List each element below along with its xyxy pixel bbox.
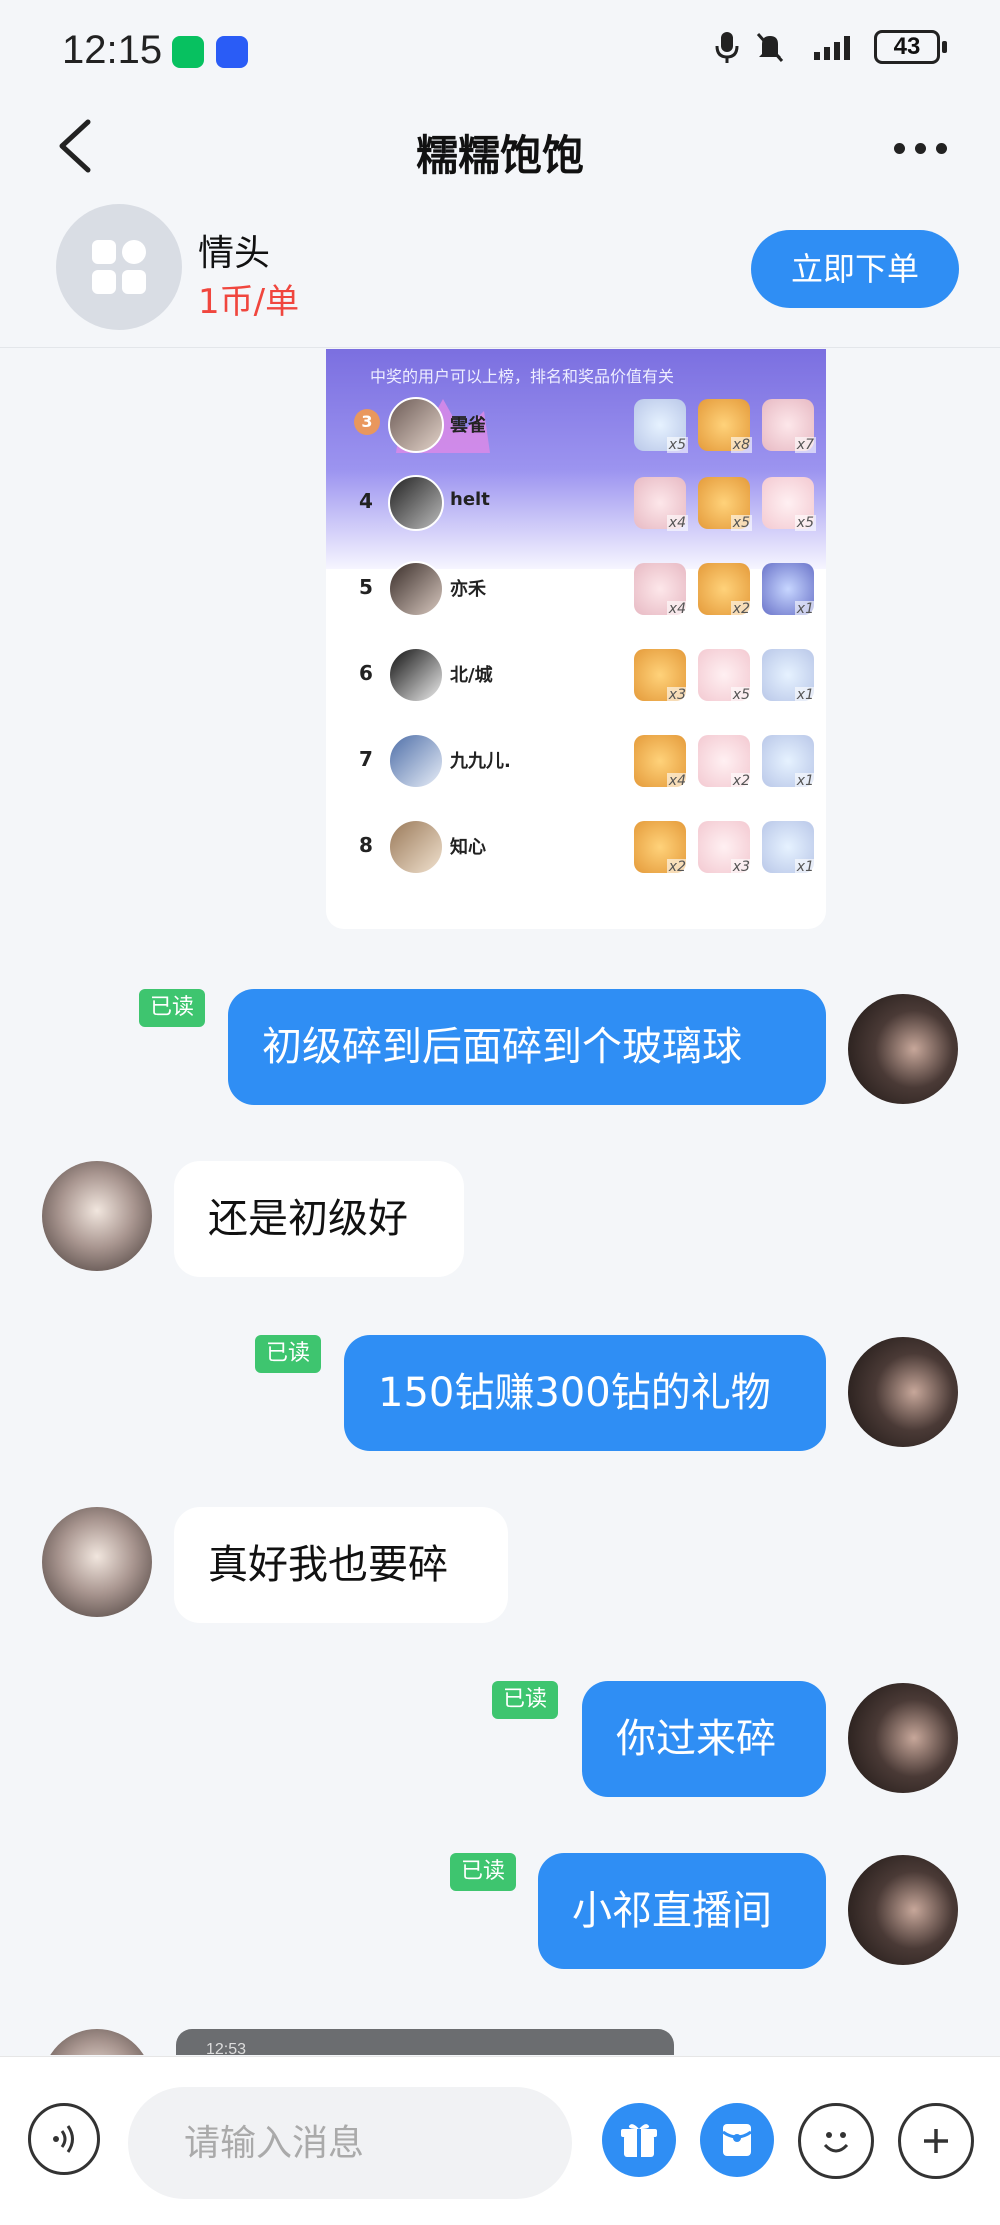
rank-username: 雲雀 [450, 415, 486, 436]
rank-number: 4 [359, 489, 373, 513]
rank-username: 北/城 [450, 665, 493, 686]
gift-button[interactable] [602, 2103, 676, 2177]
gift-icon [621, 2124, 657, 2157]
read-badge: 已读 [139, 989, 205, 1027]
rank-username: 亦禾 [450, 579, 486, 600]
avatar [388, 475, 444, 531]
bronze-medal-icon: 3 [354, 409, 380, 435]
message-input[interactable] [128, 2087, 572, 2199]
plus-icon [924, 2129, 948, 2153]
service-price: 1币/单 [198, 282, 300, 322]
contact-avatar[interactable] [42, 2029, 152, 2055]
contact-avatar[interactable] [42, 1161, 152, 1271]
emoji-button[interactable] [798, 2103, 874, 2179]
prize-icon: x7 [762, 399, 816, 453]
prize-icon: x2 [634, 821, 688, 875]
voice-icon [53, 2125, 74, 2153]
prize-icon: x5 [634, 399, 688, 453]
message-bubble-outgoing[interactable]: 你过来碎 [582, 1681, 826, 1797]
leaderboard-image[interactable]: 中奖的用户可以上榜，排名和奖品价值有关 3 雲雀 x5 x8 x7 4 helt… [326, 349, 826, 929]
my-avatar[interactable] [848, 1855, 958, 1965]
service-name: 情头 [198, 233, 271, 274]
leaderboard-row: 4 helt x4 x5 x5 [326, 463, 826, 543]
signal-icon [814, 36, 850, 60]
more-actions-button[interactable] [898, 2103, 974, 2179]
apps-icon [92, 240, 146, 294]
avatar [388, 561, 444, 617]
avatar [388, 819, 444, 875]
leaderboard-row: 5 亦禾 x4 x2 x1 [326, 549, 826, 629]
mute-bell-icon [756, 33, 784, 62]
order-now-button[interactable]: 立即下单 [751, 230, 959, 308]
message-bubble-outgoing[interactable]: 初级碎到后面碎到个玻璃球 [228, 989, 826, 1105]
wechat-notification-icon [172, 36, 204, 68]
screenshot-image-message[interactable]: 12:53 [176, 2029, 674, 2055]
message-bubble-outgoing[interactable]: 150钻赚300钻的礼物 [344, 1335, 826, 1451]
prize-icon: x5 [698, 477, 752, 531]
microphone-icon [715, 32, 739, 63]
read-badge: 已读 [492, 1681, 558, 1719]
avatar [388, 733, 444, 789]
prize-icon: x1 [762, 563, 816, 617]
prize-icon: x3 [698, 821, 752, 875]
prize-icon: x1 [762, 649, 816, 703]
status-icons: 43 [714, 30, 947, 64]
my-avatar[interactable] [848, 994, 958, 1104]
app-notification-icon [216, 36, 248, 68]
prize-icon: x5 [762, 477, 816, 531]
page-title: 糯糯饱饱 [415, 131, 584, 180]
rank-number: 5 [359, 575, 373, 599]
red-packet-button[interactable] [700, 2103, 774, 2177]
message-bubble-incoming[interactable]: 还是初级好 [174, 1161, 464, 1277]
screenshot-time: 12:53 [206, 2041, 247, 2055]
avatar [388, 397, 444, 453]
avatar [388, 647, 444, 703]
prize-icon: x4 [634, 735, 688, 789]
service-header: 情头 1币/单 立即下单 [0, 196, 1000, 348]
leaderboard-row: 3 雲雀 x5 x8 x7 [326, 385, 826, 465]
more-button[interactable] [880, 120, 960, 176]
chat-area[interactable]: 中奖的用户可以上榜，排名和奖品价值有关 3 雲雀 x5 x8 x7 4 helt… [0, 349, 1000, 2055]
input-bar [0, 2056, 1000, 2225]
prize-icon: x4 [634, 477, 688, 531]
rank-username: 知心 [450, 837, 486, 858]
rank-number: 7 [359, 747, 373, 771]
leaderboard-row: 6 北/城 x3 x5 x1 [326, 635, 826, 715]
prize-icon: x1 [762, 821, 816, 875]
status-bar: 12:15 43 [0, 0, 1000, 100]
rank-username: helt [450, 489, 490, 510]
prize-icon: x2 [698, 735, 752, 789]
prize-icon: x8 [698, 399, 752, 453]
leaderboard-row: 8 知心 x2 x3 x1 [326, 807, 826, 887]
prize-icon: x1 [762, 735, 816, 789]
message-bubble-incoming[interactable]: 真好我也要碎 [174, 1507, 508, 1623]
voice-button[interactable] [28, 2103, 100, 2175]
battery-indicator: 43 [874, 30, 947, 64]
prize-icon: x3 [634, 649, 688, 703]
more-dot [914, 142, 926, 154]
rank-username: 九九儿. [450, 751, 511, 772]
prize-icon: x2 [698, 563, 752, 617]
leaderboard-note: 中奖的用户可以上榜，排名和奖品价值有关 [370, 367, 675, 386]
my-avatar[interactable] [848, 1683, 958, 1793]
more-dot [893, 142, 905, 154]
contact-avatar[interactable] [42, 1507, 152, 1617]
rank-number: 6 [359, 661, 373, 685]
status-time: 12:15 [62, 28, 163, 72]
rank-number: 8 [359, 833, 373, 857]
more-dot [935, 142, 947, 154]
prize-icon: x4 [634, 563, 688, 617]
message-bubble-outgoing[interactable]: 小祁直播间 [538, 1853, 826, 1969]
read-badge: 已读 [450, 1853, 516, 1891]
red-packet-icon [722, 2124, 752, 2156]
emoji-icon [823, 2132, 849, 2153]
title-bar: 糯糯饱饱 [0, 100, 1000, 196]
prize-icon: x5 [698, 649, 752, 703]
read-badge: 已读 [255, 1335, 321, 1373]
service-avatar[interactable] [56, 204, 182, 330]
my-avatar[interactable] [848, 1337, 958, 1447]
leaderboard-row: 7 九九儿. x4 x2 x1 [326, 721, 826, 801]
